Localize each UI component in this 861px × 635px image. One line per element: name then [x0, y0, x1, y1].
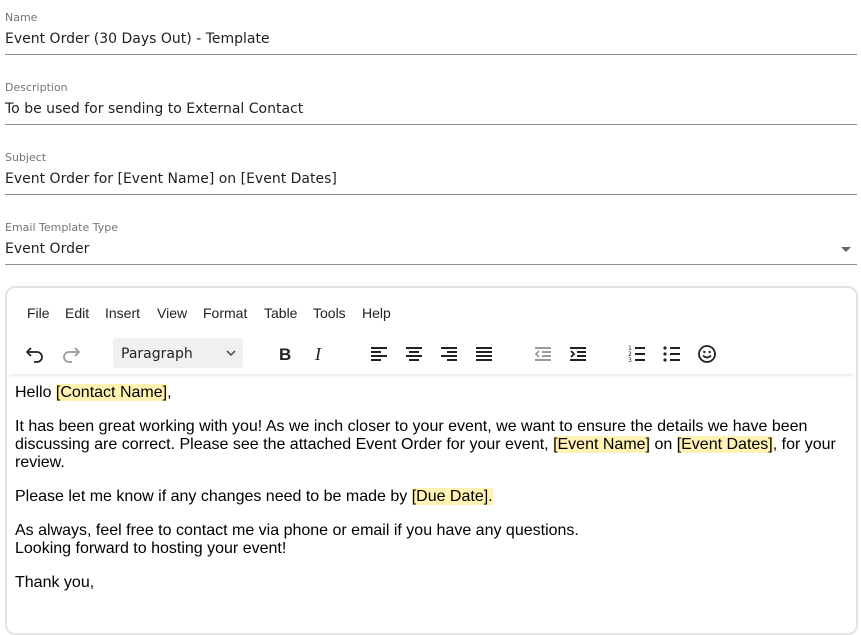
redo-icon[interactable]: [59, 342, 83, 366]
chevron-down-icon: [225, 346, 237, 364]
due-date-paragraph: Please let me know if any changes need t…: [15, 488, 848, 506]
indent-icon[interactable]: [566, 342, 590, 366]
numbered-list-icon[interactable]: 123: [625, 342, 649, 366]
svg-text:3: 3: [628, 357, 632, 364]
menu-tools[interactable]: Tools: [313, 304, 346, 322]
svg-text:B: B: [279, 345, 291, 364]
text-run: Looking forward to hosting your event!: [15, 540, 287, 557]
merge-field-due-date: [Due Date]: [411, 488, 489, 505]
emoji-icon[interactable]: [695, 342, 719, 366]
name-underline: [5, 54, 857, 55]
text-run: Thank you,: [15, 574, 95, 591]
undo-icon[interactable]: [23, 342, 47, 366]
dropdown-caret-icon[interactable]: [841, 247, 851, 252]
svg-text:I: I: [314, 344, 322, 364]
merge-field-event-dates: [Event Dates]: [676, 436, 773, 453]
signoff-paragraph: Thank you,: [15, 574, 848, 592]
bullet-list-icon[interactable]: [660, 342, 684, 366]
editor-toolbar: Paragraph B I 123: [7, 332, 856, 374]
rich-text-editor: File Edit Insert View Format Table Tools…: [5, 286, 858, 635]
text-run: ,: [167, 384, 172, 401]
subject-input[interactable]: Event Order for [Event Name] on [Event D…: [5, 169, 337, 189]
text-run: Please let me know if any changes need t…: [15, 488, 412, 505]
template-type-value[interactable]: Event Order: [5, 239, 89, 259]
align-justify-icon[interactable]: [472, 342, 496, 366]
text-run: Hello: [15, 384, 56, 401]
name-input[interactable]: Event Order (30 Days Out) - Template: [5, 29, 270, 49]
menu-file[interactable]: File: [27, 304, 50, 322]
greeting-paragraph: Hello [Contact Name],: [15, 384, 848, 402]
align-left-icon[interactable]: [367, 342, 391, 366]
description-underline: [5, 124, 857, 125]
subject-label: Subject: [5, 151, 47, 164]
subject-underline: [5, 194, 857, 195]
align-center-icon[interactable]: [402, 342, 426, 366]
intro-paragraph: It has been great working with you! As w…: [15, 418, 848, 472]
align-right-icon[interactable]: [437, 342, 461, 366]
template-type-underline: [5, 264, 857, 265]
text-run: As always, feel free to contact me via p…: [15, 522, 579, 539]
menu-view[interactable]: View: [157, 304, 187, 322]
menu-help[interactable]: Help: [362, 304, 391, 322]
name-label: Name: [5, 11, 38, 24]
template-type-label: Email Template Type: [5, 221, 118, 234]
menu-edit[interactable]: Edit: [65, 304, 89, 322]
menu-format[interactable]: Format: [203, 304, 247, 322]
editor-content[interactable]: Hello [Contact Name], It has been great …: [15, 384, 848, 608]
block-format-value: Paragraph: [121, 346, 193, 362]
text-run: on: [650, 436, 677, 453]
menu-table[interactable]: Table: [264, 304, 297, 322]
menu-insert[interactable]: Insert: [105, 304, 140, 322]
block-format-select[interactable]: Paragraph: [113, 338, 243, 368]
bold-icon[interactable]: B: [273, 342, 297, 366]
description-label: Description: [5, 81, 68, 94]
merge-field-event-name: [Event Name]: [553, 436, 650, 453]
outdent-icon[interactable]: [531, 342, 555, 366]
editor-menubar: File Edit Insert View Format Table Tools…: [7, 288, 856, 330]
text-run: .: [488, 488, 493, 505]
italic-icon[interactable]: I: [307, 342, 331, 366]
description-input[interactable]: To be used for sending to External Conta…: [5, 99, 303, 119]
closing-paragraph: As always, feel free to contact me via p…: [15, 522, 848, 558]
merge-field-contact-name: [Contact Name]: [55, 384, 168, 401]
